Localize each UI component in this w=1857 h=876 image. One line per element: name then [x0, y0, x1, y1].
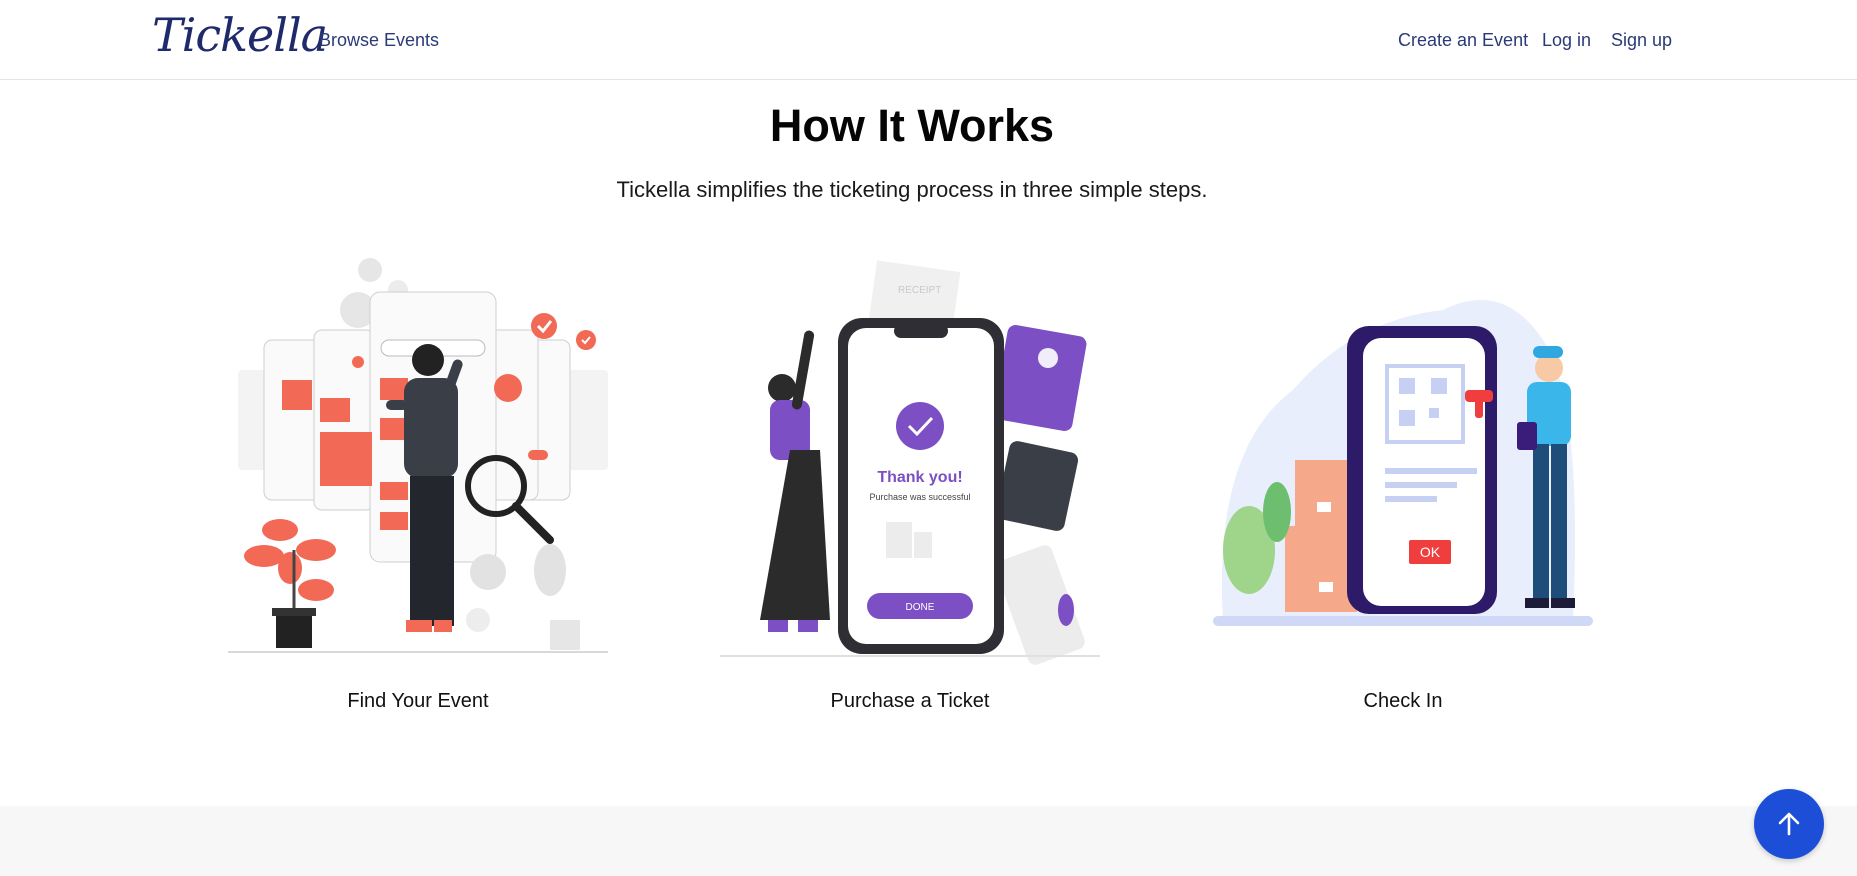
receipt-text: RECEIPT	[898, 285, 941, 296]
section-subtitle: Tickella simplifies the ticketing proces…	[616, 177, 1208, 202]
navbar: Tickella Browse Events Create an Event L…	[0, 0, 1857, 80]
nav-create-event[interactable]: Create an Event	[1398, 30, 1528, 51]
thank-you-text: Thank you!	[877, 469, 962, 486]
search-events-illustration	[228, 258, 608, 653]
done-text: DONE	[906, 602, 935, 613]
step-label: Purchase a Ticket	[830, 690, 990, 712]
step-check-in: OK Check In	[1203, 250, 1603, 720]
nav-browse-events[interactable]: Browse Events	[319, 30, 439, 51]
nav-signup[interactable]: Sign up	[1611, 30, 1672, 51]
step-find-event: Find Your Event	[218, 250, 618, 720]
nav-login[interactable]: Log in	[1542, 30, 1591, 51]
checkin-illustration: OK	[1213, 300, 1593, 626]
arrow-up-icon	[1778, 812, 1800, 836]
step-label: Check In	[1363, 690, 1443, 712]
purchase-illustration: RECEIPT Thank you! Purchase was successf…	[720, 260, 1100, 665]
step-purchase-ticket: RECEIPT Thank you! Purchase was successf…	[710, 250, 1110, 720]
scroll-to-top-button[interactable]	[1754, 789, 1824, 859]
step-label: Find Your Event	[347, 690, 489, 712]
logo[interactable]: Tickella	[152, 8, 328, 62]
footer-band	[0, 806, 1857, 876]
purchase-success-text: Purchase was successful	[869, 492, 970, 502]
section-title: How It Works	[769, 100, 1055, 151]
ok-text: OK	[1420, 544, 1441, 560]
